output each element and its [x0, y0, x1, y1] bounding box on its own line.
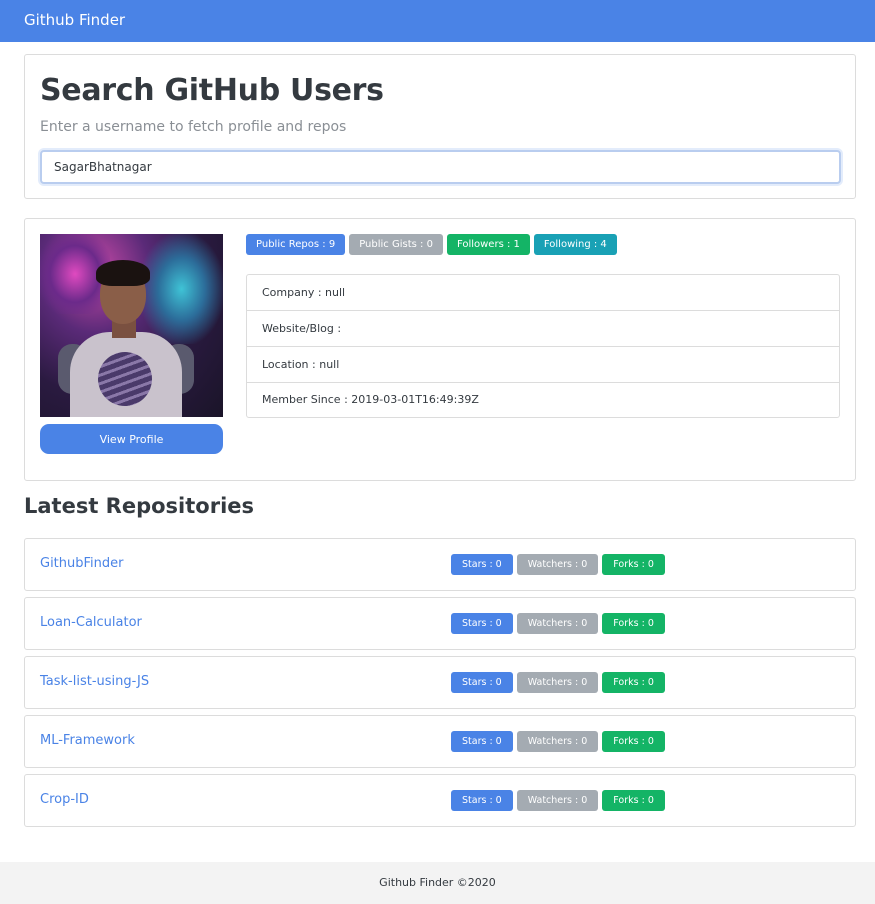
watchers-badge: Watchers : 0 — [516, 613, 599, 634]
repo-link[interactable]: GithubFinder — [40, 556, 124, 571]
navbar: Github Finder — [0, 0, 875, 42]
repo-badges: Stars : 0 Watchers : 0 Forks : 0 — [451, 554, 665, 575]
member-since-info: Member Since : 2019-03-01T16:49:39Z — [262, 393, 479, 406]
stars-badge: Stars : 0 — [451, 790, 513, 811]
avatar-shirt-logo — [98, 352, 152, 406]
stars-badge: Stars : 0 — [451, 672, 513, 693]
repos-heading: Latest Repositories — [24, 494, 255, 518]
search-input[interactable] — [40, 150, 841, 184]
avatar-hair — [96, 260, 150, 286]
forks-badge: Forks : 0 — [602, 731, 665, 752]
forks-badge: Forks : 0 — [602, 790, 665, 811]
forks-badge: Forks : 0 — [602, 554, 665, 575]
search-subtitle: Enter a username to fetch profile and re… — [40, 119, 347, 135]
repo-badges: Stars : 0 Watchers : 0 Forks : 0 — [451, 731, 665, 752]
repo-link[interactable]: ML-Framework — [40, 733, 135, 748]
watchers-badge: Watchers : 0 — [516, 731, 599, 752]
stars-badge: Stars : 0 — [451, 613, 513, 634]
repo-link[interactable]: Loan-Calculator — [40, 615, 142, 630]
watchers-badge: Watchers : 0 — [516, 554, 599, 575]
footer-text: Github Finder ©2020 — [379, 876, 496, 889]
repo-card: Crop-ID Stars : 0 Watchers : 0 Forks : 0 — [24, 774, 856, 827]
forks-badge: Forks : 0 — [602, 613, 665, 634]
watchers-badge: Watchers : 0 — [516, 672, 599, 693]
avatar — [40, 234, 223, 417]
repo-card: Task-list-using-JS Stars : 0 Watchers : … — [24, 656, 856, 709]
public-gists-badge: Public Gists : 0 — [349, 234, 443, 255]
profile-card: View Profile Public Repos : 9 Public Gis… — [24, 218, 856, 481]
avatar-background-light — [140, 234, 223, 344]
website-info: Website/Blog : — [247, 311, 839, 347]
location-info: Location : null — [247, 347, 839, 383]
repo-badges: Stars : 0 Watchers : 0 Forks : 0 — [451, 613, 665, 634]
watchers-badge: Watchers : 0 — [516, 790, 599, 811]
repo-card: ML-Framework Stars : 0 Watchers : 0 Fork… — [24, 715, 856, 768]
footer: Github Finder ©2020 — [0, 862, 875, 904]
repo-card: Loan-Calculator Stars : 0 Watchers : 0 F… — [24, 597, 856, 650]
search-card: Search GitHub Users Enter a username to … — [24, 54, 856, 199]
company-info: Company : null — [247, 275, 839, 311]
repo-badges: Stars : 0 Watchers : 0 Forks : 0 — [451, 672, 665, 693]
repo-link[interactable]: Crop-ID — [40, 792, 89, 807]
stars-badge: Stars : 0 — [451, 731, 513, 752]
followers-badge: Followers : 1 — [446, 234, 530, 255]
following-badge: Following : 4 — [533, 234, 617, 255]
repo-link[interactable]: Task-list-using-JS — [40, 674, 149, 689]
public-repos-badge: Public Repos : 9 — [246, 234, 346, 255]
view-profile-button[interactable]: View Profile — [40, 424, 223, 454]
brand-title[interactable]: Github Finder — [24, 11, 125, 29]
profile-info-list: Company : null Website/Blog : Location :… — [246, 274, 840, 418]
repo-badges: Stars : 0 Watchers : 0 Forks : 0 — [451, 790, 665, 811]
forks-badge: Forks : 0 — [602, 672, 665, 693]
stars-badge: Stars : 0 — [451, 554, 513, 575]
repo-card: GithubFinder Stars : 0 Watchers : 0 Fork… — [24, 538, 856, 591]
profile-badges: Public Repos : 9 Public Gists : 0 Follow… — [246, 234, 617, 255]
search-title: Search GitHub Users — [40, 73, 384, 108]
